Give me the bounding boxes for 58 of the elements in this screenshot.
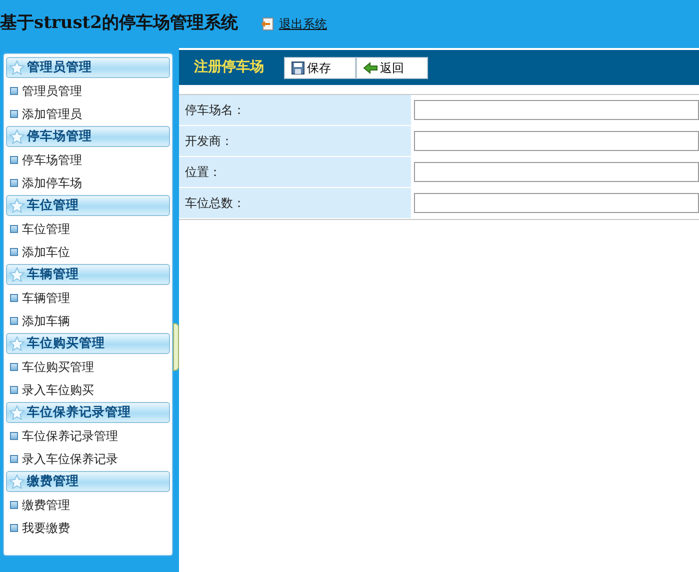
menu-group-header[interactable]: 车位购买管理 [6,333,170,354]
star-icon [9,60,25,75]
menu-link[interactable]: 车位购买管理 [22,358,94,376]
menu-group-header[interactable]: 车位管理 [6,195,170,216]
star-icon [9,129,25,144]
back-button[interactable]: 返回 [356,56,428,78]
app-title: 基于strust2的停车场管理系统 [0,12,238,36]
logout-link[interactable]: 退出系统 [260,15,327,33]
menu-link[interactable]: 停车场管理 [22,150,82,168]
menu-group-header[interactable]: 车辆管理 [6,264,170,285]
menu-link[interactable]: 车辆管理 [22,288,70,306]
menu-group-header[interactable]: 管理员管理 [6,57,170,78]
star-icon [9,474,25,489]
input-field[interactable] [414,131,699,151]
bullet-icon [10,500,18,508]
menu-link[interactable]: 我要缴费 [22,518,70,536]
menu-link[interactable]: 添加管理员 [22,104,82,122]
bullet-icon [10,224,18,232]
menu-link[interactable]: 车位管理 [22,220,70,238]
menu-link[interactable]: 添加车辆 [22,312,70,330]
menu-link[interactable]: 添加车位 [22,242,70,260]
field-label: 车位总数： [185,195,245,212]
menu-group-header[interactable]: 车位保养记录管理 [6,402,170,423]
bullet-icon [10,110,18,118]
input-field[interactable] [414,193,699,213]
field-label: 位置： [185,164,221,181]
exit-icon [260,17,274,31]
page-title: 注册停车场 [194,58,264,77]
bullet-icon [10,362,18,370]
field-label: 停车场名： [185,102,245,119]
bullet-icon [10,454,18,462]
input-field[interactable] [414,100,699,120]
save-button[interactable]: 保存 [284,56,356,78]
left-arrow-icon [363,62,378,74]
bullet-icon [10,156,18,164]
bullet-icon [10,432,18,440]
star-icon [9,336,25,351]
menu-link[interactable]: 车位保养记录管理 [22,426,118,444]
bullet-icon [10,294,18,302]
star-icon [9,405,25,420]
bullet-icon [10,178,18,186]
field-label: 开发商： [185,133,233,150]
bullet-icon [10,386,18,394]
bullet-icon [10,248,18,256]
input-field[interactable] [414,162,699,182]
menu-group-header[interactable]: 停车场管理 [6,126,170,147]
menu-link[interactable]: 添加停车场 [22,174,82,192]
splitter-handle[interactable] [173,323,179,371]
bullet-icon [10,316,18,324]
menu-link[interactable]: 录入车位保养记录 [22,450,118,468]
menu-link[interactable]: 管理员管理 [22,82,82,100]
menu-group-header[interactable]: 缴费管理 [6,471,170,492]
star-icon [9,267,25,282]
menu-link[interactable]: 录入车位购买 [22,380,94,398]
bullet-icon [10,524,18,532]
menu-link[interactable]: 缴费管理 [22,496,70,514]
star-icon [9,198,25,213]
bullet-icon [10,86,18,94]
